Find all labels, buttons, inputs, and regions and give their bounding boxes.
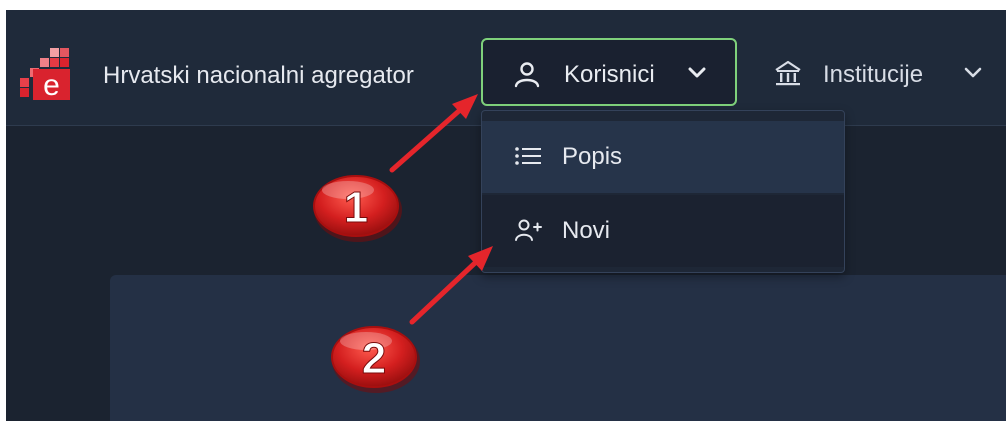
nav-korisnici-button[interactable]: Korisnici — [481, 38, 737, 106]
top-navbar: e Hrvatski nacionalni agregator Korisnic… — [6, 10, 1006, 126]
nav-institucije-button[interactable]: Institucije — [768, 38, 1006, 106]
dropdown-item-label: Novi — [562, 217, 611, 244]
list-icon — [515, 147, 541, 165]
brand-logo[interactable]: e — [20, 48, 70, 100]
korisnici-dropdown-menu: Popis Novi — [481, 110, 845, 273]
brand-name[interactable]: Hrvatski nacionalni agregator — [103, 62, 414, 90]
nav-institucije-label: Institucije — [823, 61, 924, 88]
chevron-down-icon — [964, 67, 982, 78]
app-window: e Hrvatski nacionalni agregator Korisnic… — [6, 10, 1006, 421]
logo-letter: e — [43, 69, 60, 100]
nav-korisnici-label: Korisnici — [564, 61, 655, 88]
dropdown-item-novi[interactable]: Novi — [482, 195, 844, 267]
dropdown-item-label: Popis — [562, 143, 623, 170]
content-card — [110, 275, 1006, 421]
dropdown-item-popis[interactable]: Popis — [482, 121, 844, 193]
chevron-down-icon — [688, 67, 706, 78]
user-icon — [514, 62, 540, 88]
user-plus-icon — [515, 219, 542, 241]
institution-icon — [775, 60, 801, 86]
